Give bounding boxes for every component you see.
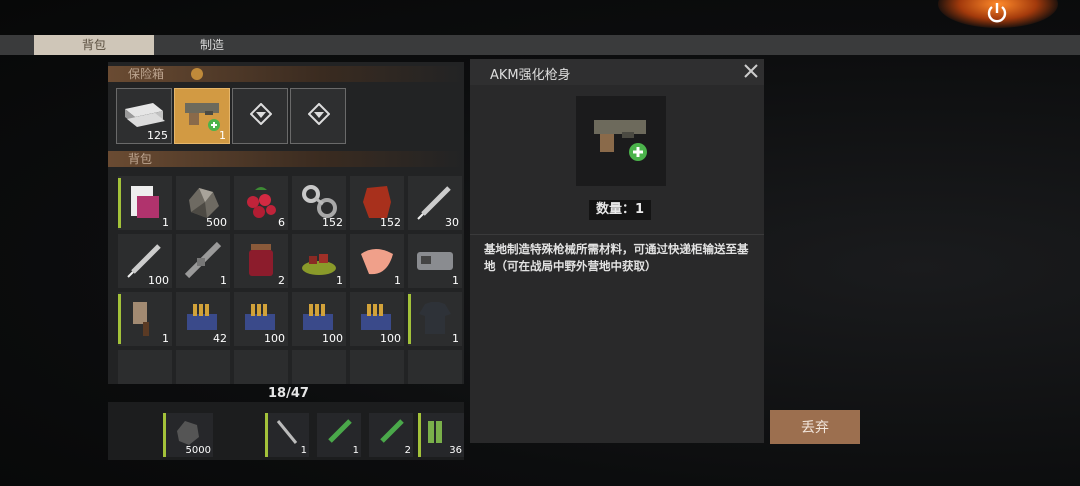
inventory-slot[interactable]: 1: [292, 234, 346, 288]
raw-meat-icon: [361, 249, 393, 275]
tab-backpack[interactable]: 背包: [34, 35, 154, 55]
power-icon[interactable]: [984, 0, 1010, 26]
capacity-label: 18/47: [268, 386, 309, 401]
inventory-slot-empty[interactable]: [234, 350, 288, 384]
quickbar-slot[interactable]: 1: [265, 413, 309, 457]
detail-header: AKM强化枪身: [470, 59, 764, 85]
inventory-slot[interactable]: 100: [234, 292, 288, 346]
item-count: 36: [449, 445, 462, 456]
inventory-slot[interactable]: 6: [234, 176, 288, 230]
rarity-bar: [118, 294, 121, 344]
inventory-slot[interactable]: 1: [408, 234, 462, 288]
rarity-bar: [408, 294, 411, 344]
quickbar-slot[interactable]: 5000: [163, 413, 213, 457]
berries-icon: [247, 187, 276, 218]
item-count: 100: [380, 332, 401, 345]
document-icon: [131, 186, 159, 218]
inventory-slot[interactable]: 152: [350, 176, 404, 230]
inventory-slot[interactable]: 100: [350, 292, 404, 346]
rarity-bar: [418, 413, 421, 457]
inventory-slot[interactable]: 42: [176, 292, 230, 346]
item-count: 1: [452, 332, 459, 345]
inventory-slot[interactable]: 1: [176, 234, 230, 288]
item-count: 1: [394, 274, 401, 287]
safe-header: 保险箱: [108, 66, 464, 82]
item-count: 1: [336, 274, 343, 287]
item-count: 1: [162, 332, 169, 345]
safe-slot-locked[interactable]: [290, 88, 346, 144]
item-count: 2: [278, 274, 285, 287]
inventory-slot-empty[interactable]: [118, 350, 172, 384]
rifle-icon: [184, 241, 222, 279]
device-icon: [417, 252, 453, 270]
discard-button[interactable]: 丢弃: [770, 410, 860, 444]
item-count: 5000: [185, 445, 211, 456]
inventory-slot-empty[interactable]: [176, 350, 230, 384]
rarity-bar: [265, 413, 268, 457]
injector-icon: [380, 419, 404, 443]
inventory-slot[interactable]: 1: [350, 234, 404, 288]
item-count: 2: [404, 445, 411, 456]
item-count: 1: [300, 445, 307, 456]
item-count: 6: [278, 216, 285, 229]
safe-slot-locked[interactable]: [232, 88, 288, 144]
inventory-slot[interactable]: 152: [292, 176, 346, 230]
item-count: 1: [352, 445, 359, 456]
cleaver-icon: [133, 302, 149, 336]
item-count: 1: [162, 216, 169, 229]
shirt-icon: [419, 302, 451, 334]
upgrade-icon[interactable]: [191, 68, 203, 80]
inventory-slot-empty[interactable]: [350, 350, 404, 384]
item-count: 125: [147, 129, 168, 142]
item-count: 100: [322, 332, 343, 345]
bullets-icon: [428, 421, 442, 443]
sword-icon: [276, 420, 298, 444]
gun-part-icon: [594, 120, 647, 161]
inventory-slot-empty[interactable]: [292, 350, 346, 384]
item-count: 42: [213, 332, 227, 345]
meat-plate-icon: [302, 254, 336, 275]
item-description: 基地制造特殊枪械所需材料，可通过快递柜输送至基地（可在战局中野外营地中获取）: [484, 242, 749, 273]
item-count: 500: [206, 216, 227, 229]
item-count: 100: [148, 274, 169, 287]
injector-icon: [328, 419, 352, 443]
safe-slot[interactable]: 125: [116, 88, 172, 144]
inventory-slot[interactable]: 30: [408, 176, 462, 230]
quantity-label: 数量：1: [589, 200, 651, 220]
locked-slot-icon: [250, 103, 272, 125]
item-count: 1: [220, 274, 227, 287]
item-count: 152: [322, 216, 343, 229]
quickbar-slot[interactable]: 2: [369, 413, 413, 457]
jam-jar-icon: [249, 244, 273, 276]
item-count: 1: [452, 274, 459, 287]
rarity-bar: [163, 413, 166, 457]
backpack-title: 背包: [128, 152, 153, 166]
inventory-slot[interactable]: 1: [118, 176, 172, 230]
safe-title: 保险箱: [128, 67, 165, 81]
item-count: 100: [264, 332, 285, 345]
tab-craft[interactable]: 制造: [152, 35, 272, 55]
inventory-slot[interactable]: 500: [176, 176, 230, 230]
rarity-bar: [118, 178, 121, 228]
stone-icon: [177, 421, 199, 445]
divider: [470, 234, 764, 235]
item-count: 1: [219, 129, 226, 142]
locked-slot-icon: [308, 103, 330, 125]
inventory-slot[interactable]: 1: [118, 292, 172, 346]
item-count: 30: [445, 216, 459, 229]
close-icon[interactable]: [743, 63, 759, 79]
inventory-slot-empty[interactable]: [408, 350, 462, 384]
backpack-header: 背包: [108, 151, 464, 167]
inventory-slot[interactable]: 100: [292, 292, 346, 346]
quickbar-slot[interactable]: 1: [317, 413, 361, 457]
inventory-slot[interactable]: 100: [118, 234, 172, 288]
item-preview: [576, 96, 666, 186]
quickbar-slot[interactable]: 36: [418, 413, 464, 457]
safe-slot-selected[interactable]: 1: [174, 88, 230, 144]
item-count: 152: [380, 216, 401, 229]
inventory-slot[interactable]: 2: [234, 234, 288, 288]
inventory-slot[interactable]: 1: [408, 292, 462, 346]
detail-title: AKM强化枪身: [490, 68, 571, 83]
